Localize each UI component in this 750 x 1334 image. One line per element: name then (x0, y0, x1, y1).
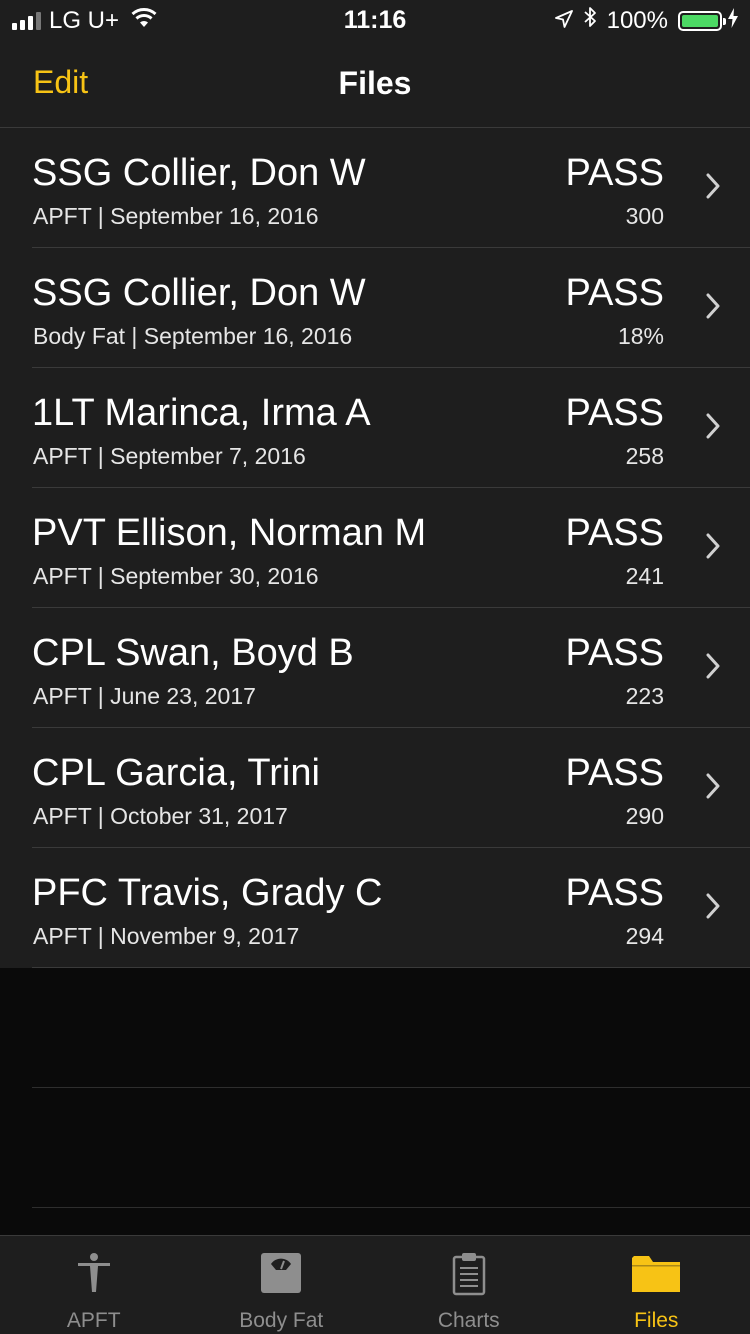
tab-label: Files (634, 1309, 679, 1332)
edit-button[interactable]: Edit (33, 64, 88, 101)
file-subtitle: APFT | October 31, 2017 (33, 803, 288, 829)
tab-label: Body Fat (239, 1309, 324, 1332)
file-score: 241 (625, 563, 664, 589)
file-status: PASS (565, 392, 664, 434)
chevron-right-icon (706, 173, 720, 199)
battery-icon (678, 10, 726, 31)
file-status: PASS (565, 272, 664, 314)
file-name: CPL Swan, Boyd B (32, 632, 354, 674)
file-name: PFC Travis, Grady C (32, 872, 383, 914)
file-name: CPL Garcia, Trini (32, 752, 320, 794)
file-row[interactable]: PFC Travis, Grady C APFT | November 9, 2… (0, 848, 750, 968)
file-status: PASS (565, 152, 664, 194)
empty-list-area (0, 968, 750, 1235)
file-list: SSG Collier, Don W APFT | September 16, … (0, 128, 750, 968)
file-score: 300 (625, 203, 664, 229)
file-subtitle: Body Fat | September 16, 2016 (33, 323, 353, 349)
file-subtitle: APFT | September 16, 2016 (33, 203, 319, 229)
file-row[interactable]: PVT Ellison, Norman M APFT | September 3… (0, 488, 750, 608)
file-name: 1LT Marinca, Irma A (32, 392, 371, 434)
file-subtitle: APFT | November 9, 2017 (33, 923, 300, 949)
file-subtitle: APFT | June 23, 2017 (33, 683, 256, 709)
file-subtitle: APFT | September 30, 2016 (33, 563, 319, 589)
bluetooth-icon (583, 6, 597, 35)
file-row[interactable]: CPL Swan, Boyd B APFT | June 23, 2017 PA… (0, 608, 750, 728)
tab-label: APFT (66, 1309, 121, 1332)
tab-bar: APFT Body Fat Charts Files (0, 1235, 750, 1334)
chevron-right-icon (706, 413, 720, 439)
status-right: 100% (545, 6, 738, 35)
battery-percent: 100% (606, 6, 668, 34)
chevron-right-icon (706, 293, 720, 319)
chevron-right-icon (706, 533, 720, 559)
charging-bolt-icon (728, 7, 738, 35)
file-name: PVT Ellison, Norman M (32, 512, 427, 554)
file-name: SSG Collier, Don W (32, 272, 366, 314)
tab-body-fat[interactable]: Body Fat (188, 1236, 376, 1334)
status-bar: LG U+ 11:16 100% (0, 0, 750, 40)
clipboard-icon (452, 1253, 485, 1296)
chevron-right-icon (706, 773, 720, 799)
chevron-right-icon (706, 653, 720, 679)
file-subtitle: APFT | September 7, 2016 (33, 443, 306, 469)
soldier-icon (77, 1253, 110, 1292)
divider (32, 1087, 750, 1088)
divider (32, 1207, 750, 1208)
location-arrow-icon (554, 7, 573, 35)
file-name: SSG Collier, Don W (32, 152, 366, 194)
tab-apft[interactable]: APFT (0, 1236, 188, 1334)
file-status: PASS (565, 632, 664, 674)
file-score: 290 (625, 803, 664, 829)
file-row[interactable]: 1LT Marinca, Irma A APFT | September 7, … (0, 368, 750, 488)
screen: LG U+ 11:16 100% Edit Files SSG Collier,… (0, 0, 750, 1334)
file-row[interactable]: SSG Collier, Don W Body Fat | September … (0, 248, 750, 368)
scale-icon (261, 1253, 302, 1293)
file-status: PASS (565, 872, 664, 914)
file-score: 294 (625, 923, 664, 949)
chevron-right-icon (706, 893, 720, 919)
tab-charts[interactable]: Charts (375, 1236, 563, 1334)
file-score: 258 (625, 443, 664, 469)
page-title: Files (338, 65, 412, 101)
file-status: PASS (565, 752, 664, 794)
file-score: 18% (617, 323, 664, 349)
file-row[interactable]: CPL Garcia, Trini APFT | October 31, 201… (0, 728, 750, 848)
tab-files[interactable]: Files (563, 1236, 750, 1334)
file-status: PASS (565, 512, 664, 554)
tab-label: Charts (437, 1309, 500, 1332)
folder-icon (632, 1256, 681, 1292)
navigation-bar: Edit Files (0, 40, 750, 128)
file-row[interactable]: SSG Collier, Don W APFT | September 16, … (0, 128, 750, 248)
file-score: 223 (625, 683, 664, 709)
